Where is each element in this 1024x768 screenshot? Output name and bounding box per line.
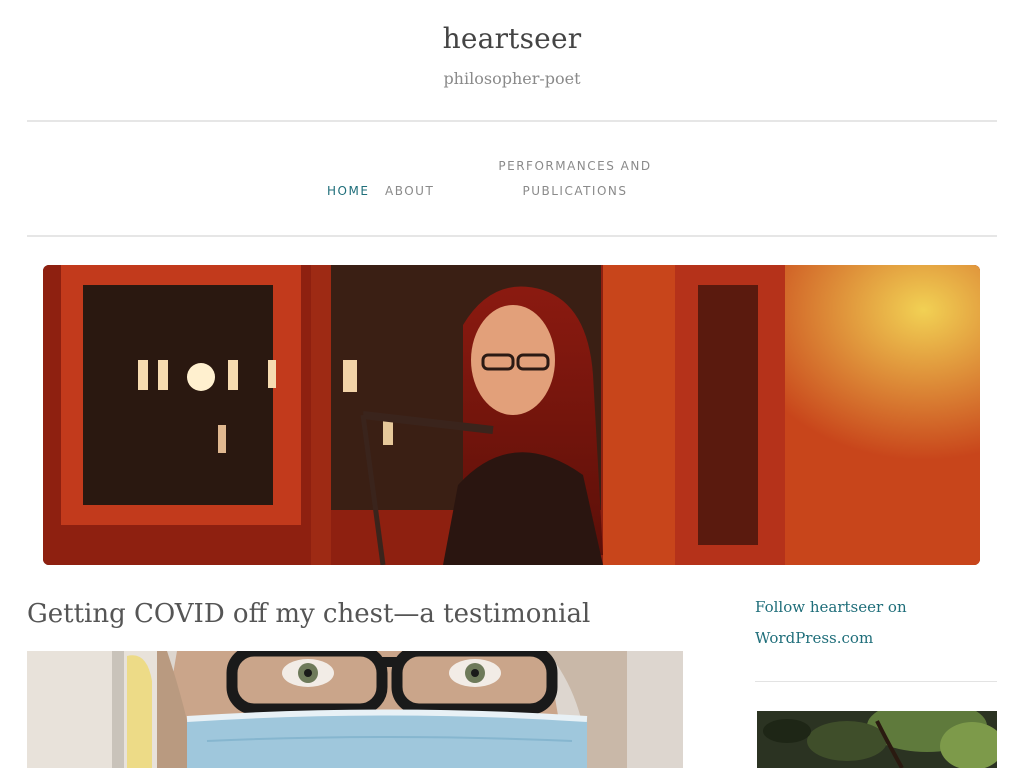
site-title[interactable]: heartseer	[0, 22, 1024, 55]
sidebar-divider	[755, 681, 997, 682]
post-image-illustration	[27, 651, 683, 768]
header-divider	[27, 120, 997, 122]
header-image	[43, 265, 980, 565]
main-navigation: HOME ABOUT PERFORMANCES AND PUBLICATIONS	[0, 123, 1024, 235]
nav-item-home[interactable]: HOME	[327, 179, 369, 204]
sidebar-image-illustration	[757, 711, 997, 768]
sidebar-image[interactable]	[757, 711, 997, 768]
nav-item-performances-line2: PUBLICATIONS	[522, 184, 628, 198]
header-image-illustration	[43, 265, 980, 565]
site-tagline: philosopher-poet	[443, 69, 581, 88]
follow-blog-line2: WordPress.com	[755, 629, 874, 647]
post-featured-image[interactable]	[27, 651, 683, 768]
nav-item-about[interactable]: ABOUT	[385, 179, 434, 204]
page: heartseer philosopher-poet HOME ABOUT PE…	[0, 0, 1024, 768]
nav-item-performances-line1: PERFORMANCES AND	[498, 159, 652, 173]
post-title[interactable]: Getting COVID off my chest—a testimonial	[27, 596, 687, 632]
nav-item-performances-and-publications[interactable]: PERFORMANCES AND PUBLICATIONS	[490, 154, 660, 204]
follow-blog-link[interactable]: Follow heartseer on WordPress.com	[755, 592, 955, 654]
follow-blog-line1: Follow heartseer on	[755, 598, 907, 616]
nav-divider	[27, 235, 997, 237]
